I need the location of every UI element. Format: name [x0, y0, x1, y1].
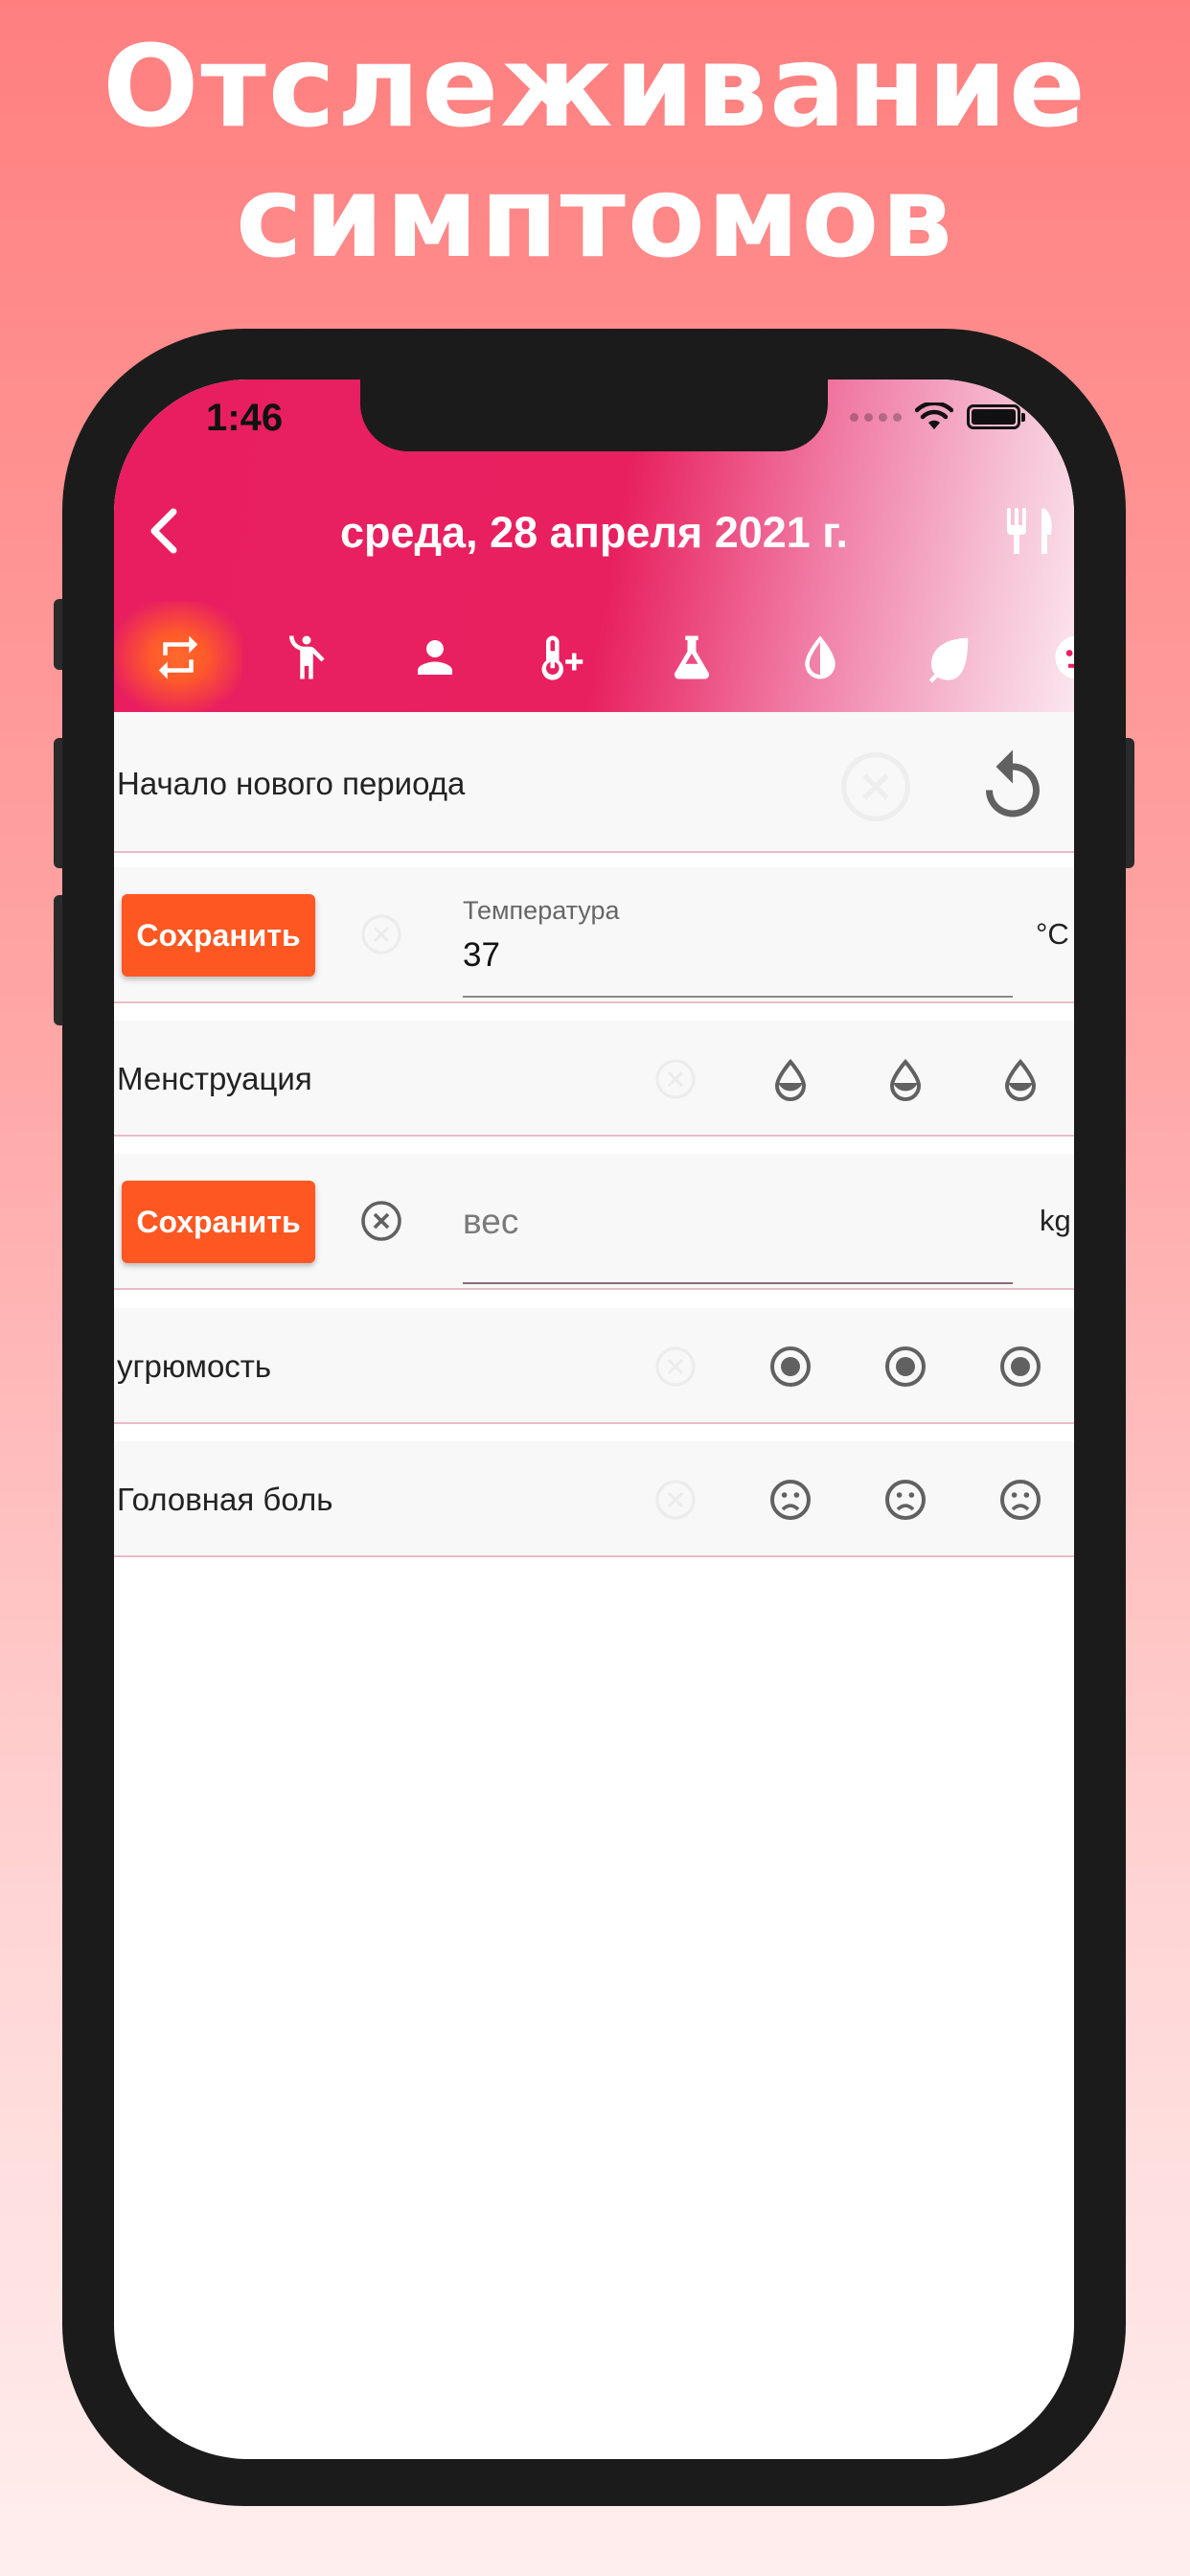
sad-face-level-3-icon[interactable]	[997, 1477, 1043, 1523]
temperature-input[interactable]: 37	[463, 936, 500, 975]
drop-half-icon	[805, 635, 835, 678]
category-tabs	[114, 602, 1074, 712]
tab-flow[interactable]	[756, 602, 884, 712]
phone-notch	[360, 380, 828, 451]
wifi-icon	[915, 402, 953, 429]
flow-light-icon[interactable]	[767, 1056, 813, 1102]
temperature-row: Сохранить Температура 37 °C	[114, 867, 1074, 1003]
headache-label: Головная боль	[117, 1482, 333, 1517]
tab-nature[interactable]	[884, 602, 1013, 712]
promo-title-line1: Отслеживание	[103, 20, 1087, 152]
weight-underline	[463, 1282, 1013, 1284]
save-weight-button[interactable]: Сохранить	[122, 1181, 315, 1263]
flask-icon	[674, 635, 710, 679]
radio-level-3-icon[interactable]	[997, 1344, 1043, 1390]
new-period-label: Начало нового периода	[117, 766, 466, 801]
date-title: среда, 28 апреля 2021 г.	[339, 508, 849, 557]
menstruation-row: Менструация	[114, 1021, 1074, 1137]
radio-level-1-icon[interactable]	[767, 1344, 813, 1390]
promo-title: Отслеживание симптомов	[0, 21, 1190, 282]
temperature-unit: °C	[1036, 917, 1069, 951]
new-period-row: Начало нового периода	[114, 712, 1074, 853]
reset-icon[interactable]	[973, 747, 1053, 827]
gloom-row: угрюмость	[114, 1308, 1074, 1424]
temperature-underline	[463, 996, 1013, 998]
clear-headache-icon[interactable]	[652, 1477, 698, 1523]
leaf-icon	[928, 637, 969, 683]
radio-level-2-icon[interactable]	[882, 1344, 928, 1390]
app-bar: среда, 28 апреля 2021 г.	[114, 481, 1074, 577]
face-icon	[1055, 635, 1074, 678]
weight-input[interactable]: вес	[463, 1202, 518, 1242]
sad-face-level-1-icon[interactable]	[767, 1477, 813, 1523]
battery-icon	[967, 404, 1025, 429]
flow-heavy-icon[interactable]	[997, 1056, 1043, 1102]
save-temperature-button[interactable]: Сохранить	[122, 894, 315, 977]
phone-screen: 1:46 среда, 28 апреля 2021 г. Начало нов…	[114, 380, 1074, 2459]
menstruation-label: Менструация	[117, 1061, 312, 1096]
signal-icon	[850, 412, 902, 422]
weight-unit: kg	[1040, 1204, 1071, 1237]
flow-medium-icon[interactable]	[882, 1056, 928, 1102]
clear-temperature-icon[interactable]	[358, 911, 404, 957]
clear-menstruation-icon[interactable]	[652, 1056, 698, 1102]
tab-mood[interactable]	[1013, 602, 1074, 712]
tab-tests[interactable]	[628, 602, 756, 712]
tab-temperature[interactable]	[499, 602, 628, 712]
status-time: 1:46	[206, 397, 284, 439]
tab-profile[interactable]	[371, 602, 499, 712]
swap-arrows-icon	[158, 635, 198, 678]
clear-gloom-icon[interactable]	[652, 1344, 698, 1390]
promo-title-line2: симптомов	[235, 150, 955, 283]
thermometer-plus-icon	[541, 635, 584, 680]
temperature-field-label: Температура	[463, 896, 620, 925]
fork-knife-icon[interactable]	[1001, 502, 1059, 560]
headache-row: Головная боль	[114, 1441, 1074, 1557]
exercise-figure-icon	[289, 635, 325, 678]
sad-face-level-2-icon[interactable]	[882, 1477, 928, 1523]
clear-icon[interactable]	[837, 748, 914, 825]
tab-cycle[interactable]	[114, 602, 242, 712]
status-indicators	[850, 402, 1025, 431]
person-icon	[418, 639, 452, 675]
clear-weight-icon[interactable]	[358, 1198, 404, 1244]
weight-row: Сохранить вес kg	[114, 1154, 1074, 1290]
tab-activity[interactable]	[242, 602, 371, 712]
gloom-label: угрюмость	[117, 1348, 272, 1384]
